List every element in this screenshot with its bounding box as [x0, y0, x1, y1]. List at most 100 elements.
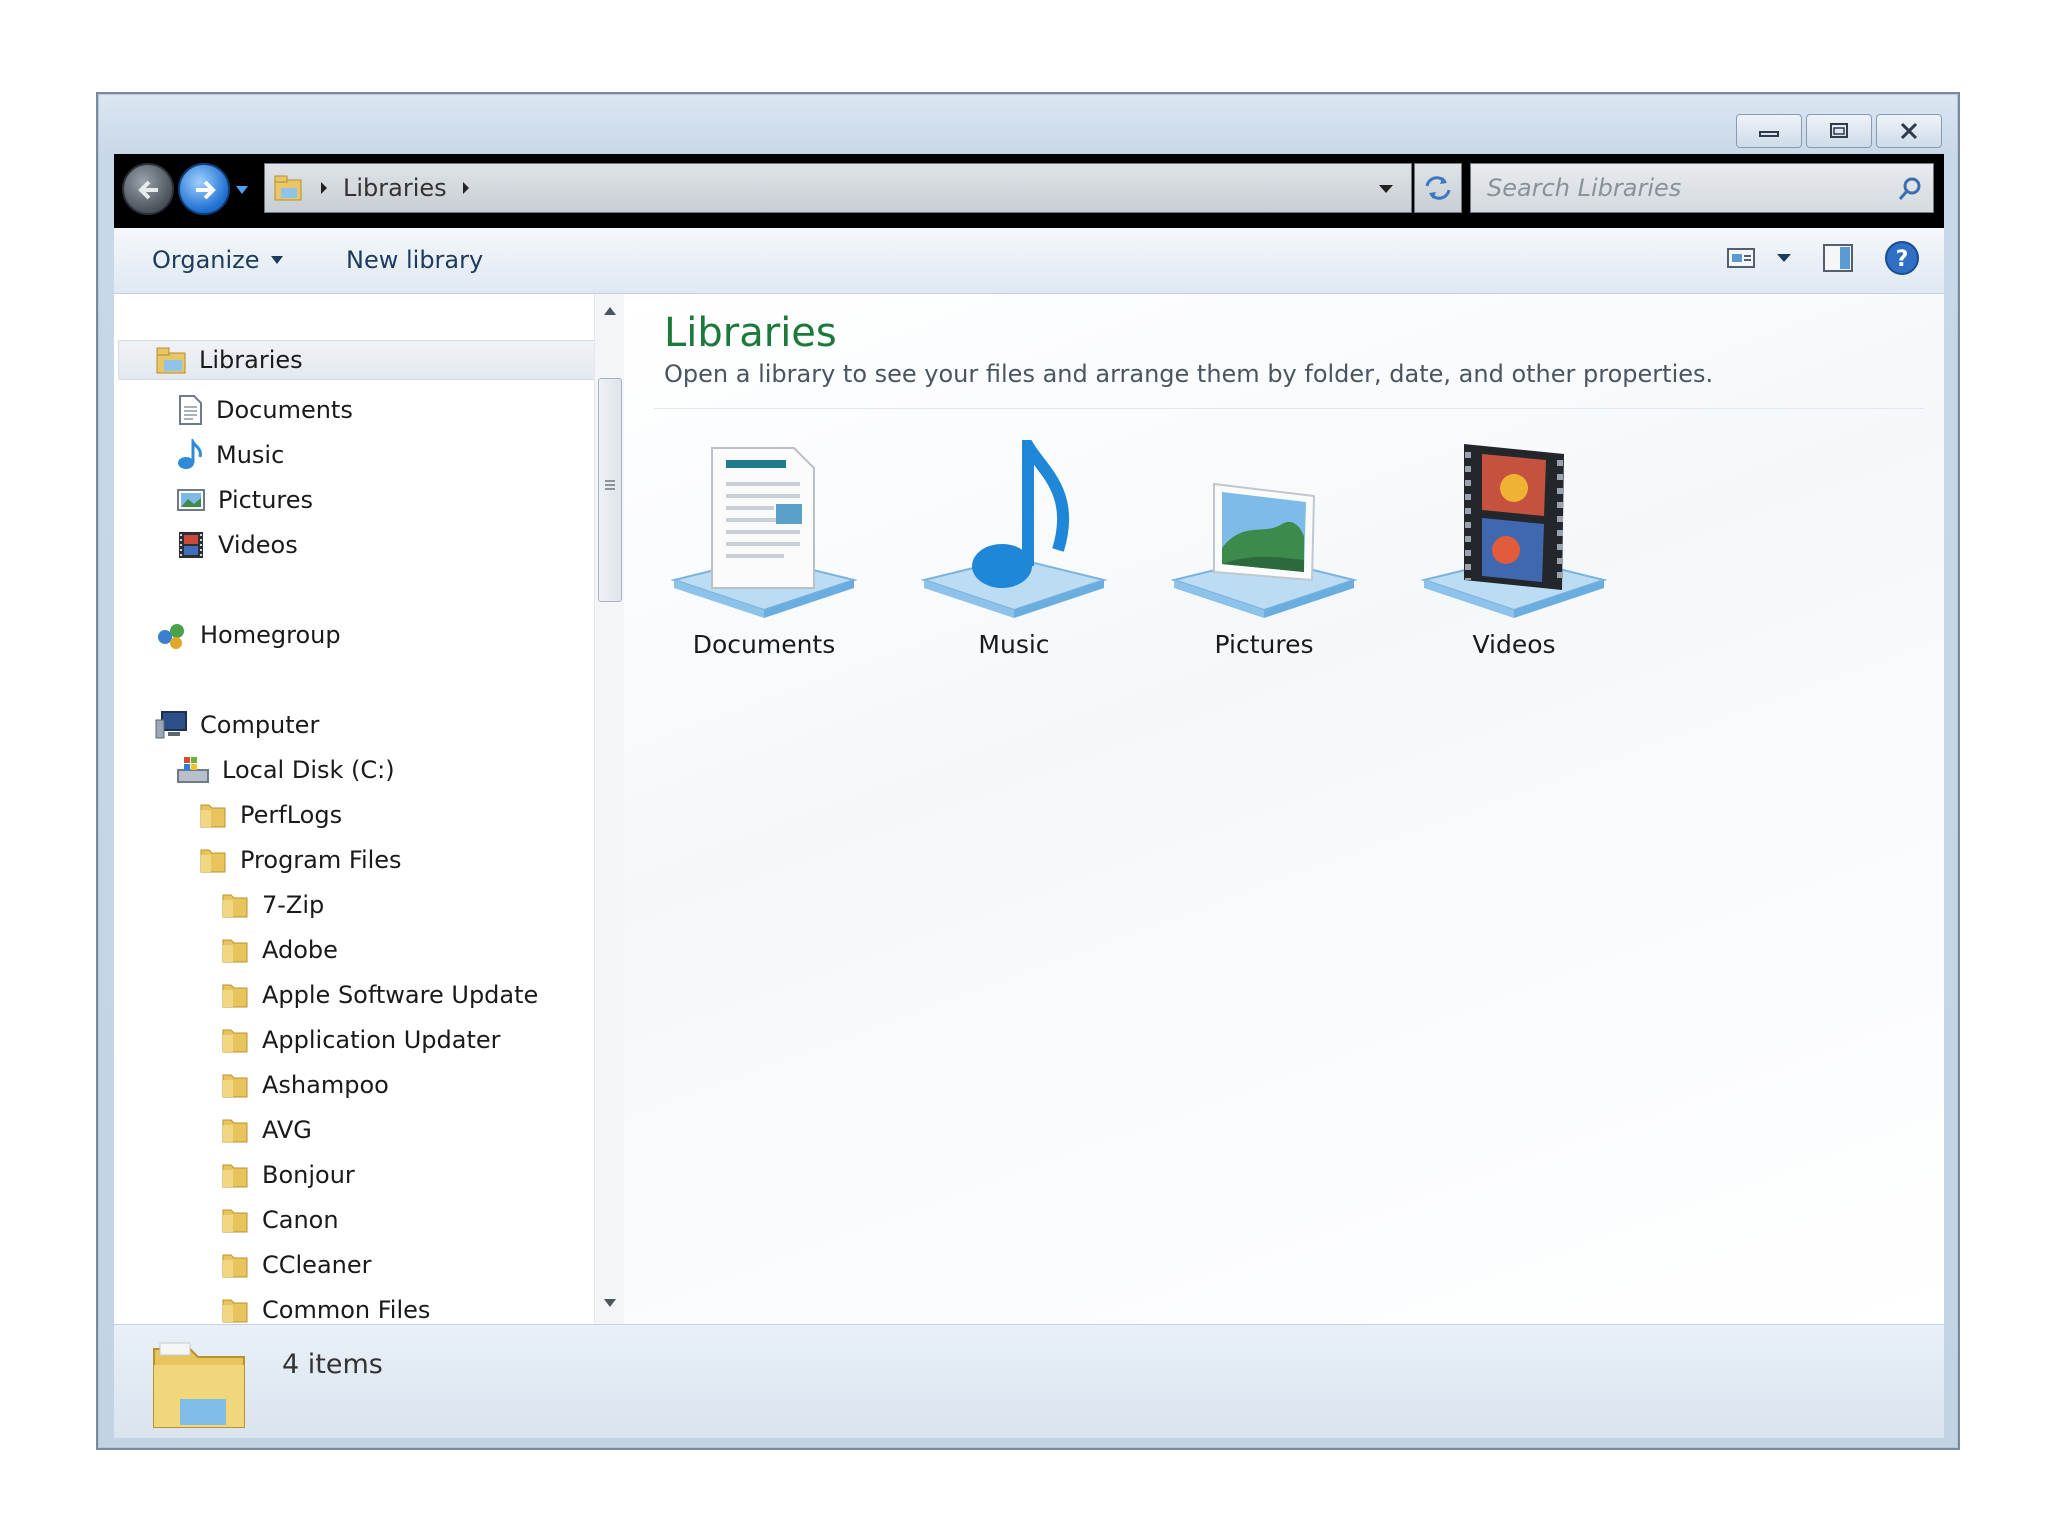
folder-icon	[222, 1254, 248, 1278]
nav-folder-ashampoo[interactable]: Ashampoo	[220, 1065, 389, 1105]
folder-icon	[222, 984, 248, 1008]
help-icon[interactable]: ?	[1884, 240, 1920, 276]
nav-item-computer[interactable]: Computer	[154, 705, 319, 745]
picture-icon	[177, 489, 205, 511]
nav-item-label: Application Updater	[262, 1026, 501, 1054]
refresh-button[interactable]	[1414, 163, 1462, 213]
breadcrumb-separator-icon[interactable]	[461, 181, 471, 195]
close-button[interactable]	[1876, 114, 1942, 148]
folder-icon	[200, 849, 226, 873]
scroll-up-arrow-icon[interactable]	[603, 306, 617, 316]
minimize-icon	[1759, 131, 1779, 137]
nav-item-label: Computer	[200, 711, 320, 739]
chevron-down-icon	[1777, 254, 1791, 262]
folder-icon	[222, 939, 248, 963]
svg-text:?: ?	[1896, 247, 1909, 272]
nav-folder-program-files[interactable]: Program Files	[198, 840, 402, 880]
nav-folder-7zip[interactable]: 7-Zip	[220, 885, 324, 925]
divider	[654, 408, 1924, 409]
nav-item-label: Music	[216, 441, 285, 469]
nav-folder-application-updater[interactable]: Application Updater	[220, 1020, 501, 1060]
library-music[interactable]: Music	[904, 440, 1124, 680]
back-button[interactable]	[122, 163, 174, 215]
page-title: Libraries	[664, 310, 837, 356]
document-icon	[179, 395, 202, 425]
nav-item-label: Videos	[218, 531, 298, 559]
navigation-pane-scrollbar[interactable]	[594, 294, 624, 1324]
nav-item-documents[interactable]: Documents	[176, 390, 353, 430]
nav-item-local-disk[interactable]: Local Disk (C:)	[176, 750, 395, 790]
nav-folder-perflogs[interactable]: PerfLogs	[198, 795, 342, 835]
library-videos[interactable]: Videos	[1404, 440, 1624, 680]
minimize-button[interactable]	[1736, 114, 1802, 148]
nav-item-label: Common Files	[262, 1296, 431, 1324]
nav-folder-common-files[interactable]: Common Files	[220, 1290, 430, 1324]
nav-item-label: CCleaner	[262, 1251, 372, 1279]
page-subtitle: Open a library to see your files and arr…	[664, 360, 1714, 388]
address-history-dropdown-icon[interactable]	[1377, 183, 1395, 195]
documents-library-icon	[670, 447, 858, 618]
videos-library-icon	[1420, 444, 1608, 618]
homegroup-icon	[158, 624, 184, 649]
navigation-pane: Libraries Documents Music Pictures Video…	[114, 294, 610, 1324]
maximize-icon	[1830, 123, 1848, 138]
view-controls: ?	[1726, 240, 1920, 276]
nav-item-label: PerfLogs	[240, 801, 343, 829]
nav-item-label: Bonjour	[262, 1161, 355, 1189]
nav-folder-adobe[interactable]: Adobe	[220, 930, 338, 970]
nav-item-label: Homegroup	[200, 621, 341, 649]
nav-item-pictures[interactable]: Pictures	[176, 480, 313, 520]
library-label: Documents	[692, 630, 836, 659]
library-pictures[interactable]: Pictures	[1154, 440, 1374, 680]
nav-folder-canon[interactable]: Canon	[220, 1200, 339, 1240]
nav-folder-apple-software-update[interactable]: Apple Software Update	[220, 975, 538, 1015]
nav-item-label: Apple Software Update	[262, 981, 539, 1009]
search-box[interactable]	[1470, 163, 1934, 213]
breadcrumb-libraries[interactable]: Libraries	[343, 174, 447, 202]
nav-item-label: Program Files	[240, 846, 402, 874]
folder-icon	[222, 1119, 248, 1143]
recent-pages-dropdown-icon[interactable]	[234, 184, 250, 196]
search-icon[interactable]	[1897, 176, 1923, 202]
nav-item-music[interactable]: Music	[176, 435, 284, 475]
back-arrow-icon	[138, 180, 158, 200]
scroll-down-arrow-icon[interactable]	[603, 1298, 617, 1308]
view-icon	[1727, 248, 1755, 268]
nav-item-label: Libraries	[199, 346, 303, 374]
nav-item-libraries[interactable]: Libraries	[118, 340, 602, 380]
organize-menu-button[interactable]: Organize	[152, 246, 284, 274]
nav-item-label: Canon	[262, 1206, 339, 1234]
new-library-button[interactable]: New library	[346, 246, 483, 274]
breadcrumb-separator-icon[interactable]	[319, 181, 329, 195]
caption-buttons	[1736, 114, 1942, 148]
explorer-window: Libraries Organize New libra	[96, 92, 1960, 1450]
nav-item-label: Local Disk (C:)	[222, 756, 395, 784]
nav-item-label: Ashampoo	[262, 1071, 389, 1099]
nav-item-label: 7-Zip	[262, 891, 325, 919]
change-view-button[interactable]	[1726, 246, 1792, 270]
library-label: Pictures	[1214, 630, 1314, 659]
nav-item-videos[interactable]: Videos	[176, 525, 298, 565]
music-note-icon	[178, 439, 202, 469]
preview-pane-icon[interactable]	[1822, 243, 1854, 273]
nav-folder-bonjour[interactable]: Bonjour	[220, 1155, 355, 1195]
folder-icon	[222, 1164, 248, 1188]
film-strip-icon	[179, 532, 203, 558]
refresh-icon	[1425, 176, 1451, 200]
scrollbar-thumb[interactable]	[598, 378, 622, 602]
folder-icon	[222, 1074, 248, 1098]
address-bar[interactable]: Libraries	[264, 163, 1412, 213]
nav-item-homegroup[interactable]: Homegroup	[154, 615, 341, 655]
nav-folder-avg[interactable]: AVG	[220, 1110, 312, 1150]
computer-icon	[155, 711, 187, 739]
close-icon	[1900, 122, 1918, 140]
folder-icon	[222, 1029, 248, 1053]
chevron-down-icon	[270, 256, 283, 264]
forward-button[interactable]	[178, 163, 230, 215]
maximize-button[interactable]	[1806, 114, 1872, 148]
content-pane: Libraries Open a library to see your fil…	[624, 294, 1944, 1324]
library-documents[interactable]: Documents	[654, 440, 874, 680]
search-input[interactable]	[1487, 174, 1867, 202]
nav-folder-ccleaner[interactable]: CCleaner	[220, 1245, 372, 1285]
details-pane: 4 items	[114, 1324, 1944, 1438]
